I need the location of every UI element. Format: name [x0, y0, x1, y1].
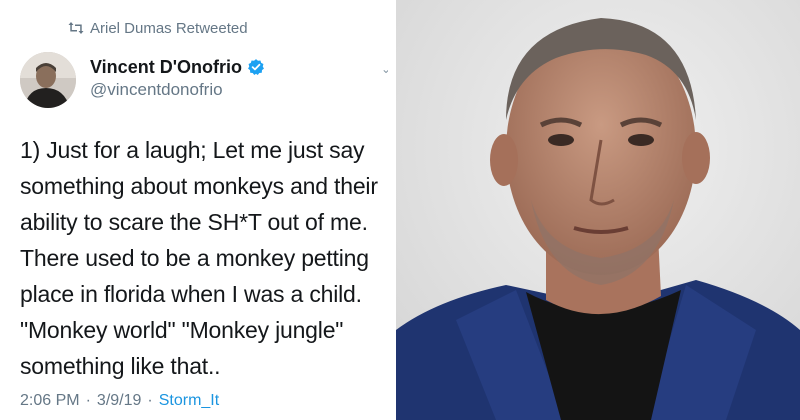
tweet-line: something about monkeys and their [20, 173, 378, 199]
tweet-card: Ariel Dumas Retweeted Vincent D'Onofrio … [0, 0, 388, 420]
tweet-line: something like that.. [20, 353, 221, 379]
retweet-text: Ariel Dumas Retweeted [90, 19, 248, 37]
tweet-meta: 2:06 PM · 3/9/19 · Storm_It [20, 392, 219, 410]
author-block: Vincent D'Onofrio @vincentdonofrio [90, 56, 265, 100]
tweet-text: 1) Just for a laugh; Let me just say som… [20, 132, 382, 384]
tweet-source-link[interactable]: Storm_It [159, 392, 219, 410]
retweet-icon [68, 22, 84, 34]
tweet-line: There used to be a monkey petting [20, 245, 369, 271]
tweet-date[interactable]: 3/9/19 [97, 392, 141, 410]
tweet-line: place in florida when I was a child. [20, 281, 362, 307]
retweet-indicator[interactable]: Ariel Dumas Retweeted [68, 18, 248, 38]
tweet-line: 1) Just for a laugh; Let me just say [20, 137, 365, 163]
author-name-row[interactable]: Vincent D'Onofrio [90, 56, 265, 78]
author-name[interactable]: Vincent D'Onofrio [90, 56, 242, 78]
tweet-time[interactable]: 2:06 PM [20, 392, 80, 410]
chevron-down-icon[interactable]: ⌄ [381, 62, 388, 76]
tweet-line: "Monkey world" "Monkey jungle" [20, 317, 344, 343]
verified-badge-icon [248, 59, 264, 75]
portrait-photo [396, 0, 800, 420]
panel-divider [388, 0, 396, 420]
meta-separator: · [85, 392, 91, 409]
author-handle[interactable]: @vincentdonofrio [90, 80, 265, 100]
meta-separator: · [147, 392, 153, 409]
tweet-line: ability to scare the SH*T out of me. [20, 209, 368, 235]
avatar[interactable] [20, 52, 76, 108]
